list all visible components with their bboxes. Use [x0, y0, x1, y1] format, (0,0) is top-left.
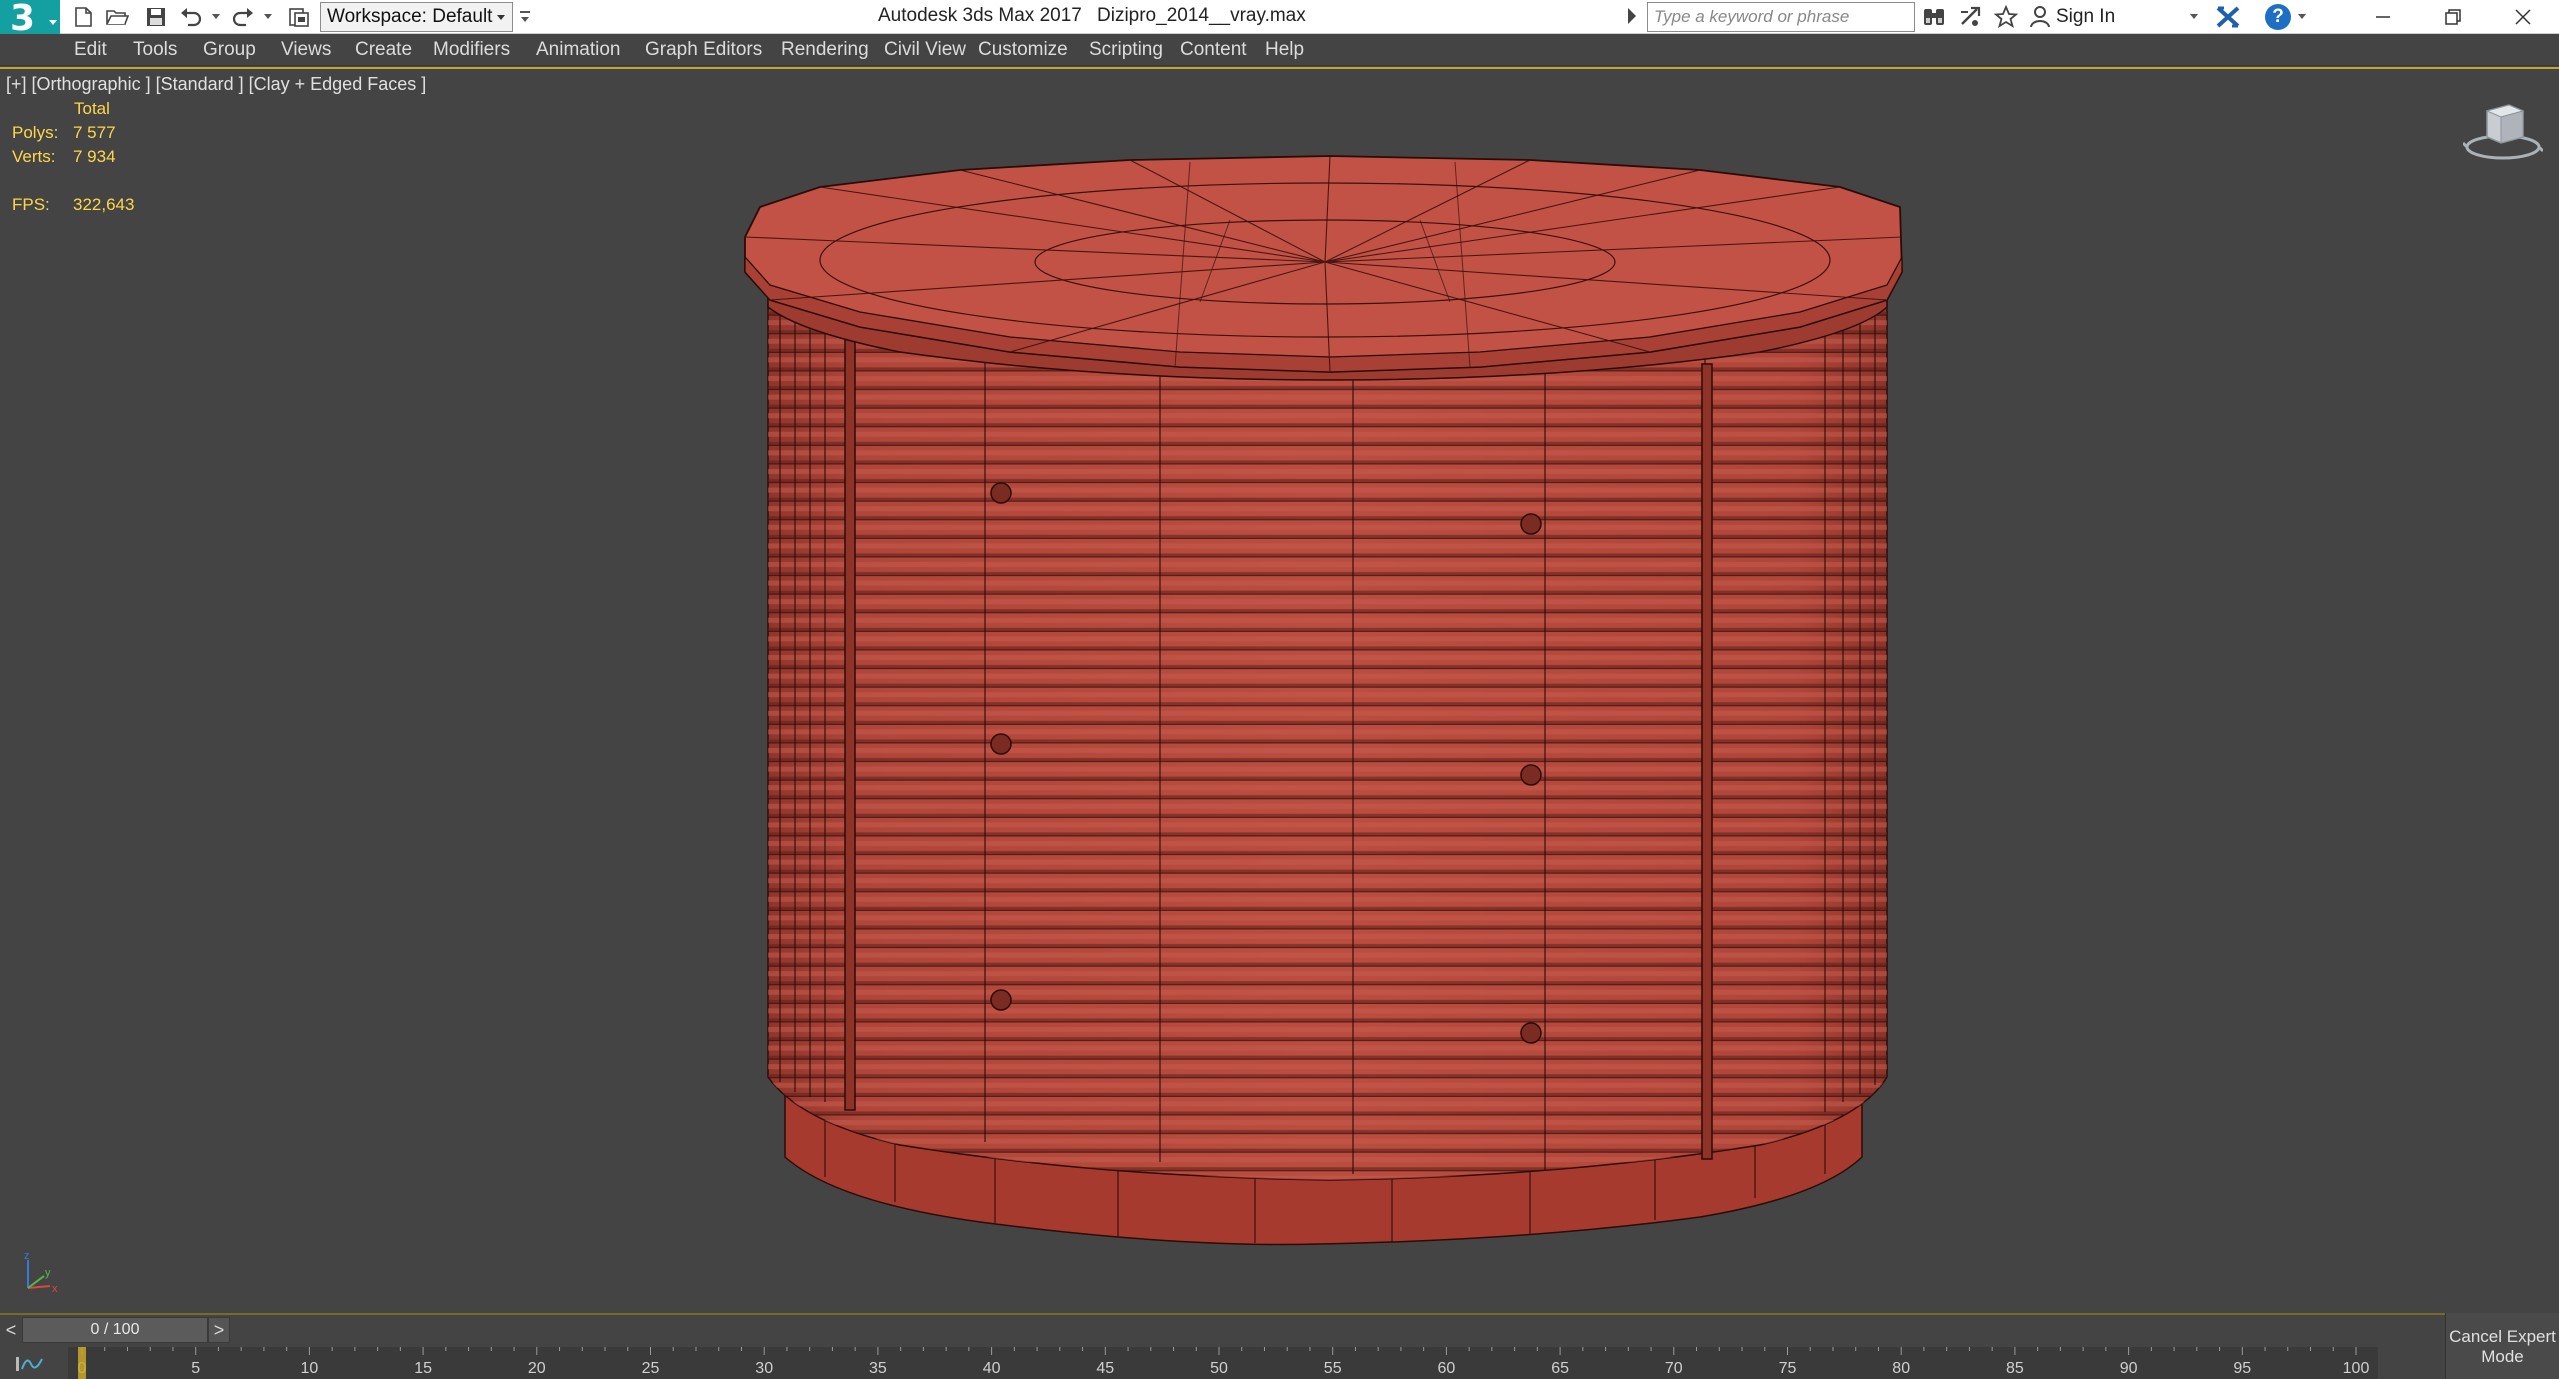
timeline-tick-label: 75 — [1779, 1360, 1797, 1377]
time-slider[interactable]: 0 / 100 — [22, 1317, 208, 1343]
menu-graph-editors[interactable]: Graph Editors — [645, 39, 762, 61]
polys-value: 7 577 — [73, 123, 116, 142]
menu-group[interactable]: Group — [203, 39, 256, 61]
timeline-tick-label: 70 — [1665, 1360, 1683, 1377]
timeline-tick-label: 90 — [2120, 1360, 2138, 1377]
workspace-label: Workspace: Default — [327, 6, 493, 27]
chevron-down-icon — [49, 20, 57, 25]
polys-label: Polys: — [12, 123, 59, 142]
title-bar: 3 Workspace: Default Autodesk 3ds Max 20… — [0, 0, 2559, 39]
new-file-icon[interactable] — [70, 4, 96, 30]
menu-animation[interactable]: Animation — [536, 39, 621, 61]
timeline-tick-label: 40 — [983, 1360, 1001, 1377]
minimize-button[interactable] — [2348, 0, 2418, 34]
menu-rendering[interactable]: Rendering — [781, 39, 869, 61]
close-icon — [2515, 9, 2531, 25]
close-button[interactable] — [2488, 0, 2558, 34]
menu-edit[interactable]: Edit — [74, 39, 107, 61]
sign-in-dropdown-icon[interactable] — [2190, 14, 2198, 19]
menu-civil-view[interactable]: Civil View — [884, 39, 966, 61]
timeline-tick-label: 65 — [1551, 1360, 1569, 1377]
timeline-tick-label: 30 — [755, 1360, 773, 1377]
viewcube-icon[interactable] — [2463, 97, 2543, 163]
tank-lid — [744, 155, 1903, 381]
redo-icon[interactable] — [230, 4, 256, 30]
menu-customize[interactable]: Customize — [978, 39, 1068, 61]
mini-curve-editor-icon[interactable] — [14, 1353, 44, 1375]
menu-modifiers[interactable]: Modifiers — [433, 39, 510, 61]
current-frame-marker[interactable] — [78, 1347, 86, 1379]
menu-views[interactable]: Views — [281, 39, 331, 61]
user-icon — [2030, 6, 2050, 28]
workspace-dropdown[interactable]: Workspace: Default — [320, 2, 513, 32]
workspace-options-button[interactable] — [515, 2, 535, 32]
viewport[interactable]: [+] [Orthographic ] [Standard ] [Clay + … — [0, 67, 2559, 1311]
open-file-icon[interactable] — [104, 4, 130, 30]
project-folder-icon[interactable] — [286, 4, 312, 30]
redo-dropdown-icon[interactable] — [264, 14, 272, 19]
timeline-tick-label: 80 — [1892, 1360, 1910, 1377]
search-field[interactable] — [1647, 2, 1915, 32]
timeline-ruler: 0510152025303540455055606570758085909510… — [78, 1347, 2370, 1379]
menu-tools[interactable]: Tools — [133, 39, 177, 61]
restore-button[interactable] — [2418, 0, 2488, 34]
chevron-down-icon — [521, 17, 529, 22]
svg-text:x: x — [52, 1283, 58, 1295]
menu-scripting[interactable]: Scripting — [1089, 39, 1163, 61]
menu-help[interactable]: Help — [1265, 39, 1304, 61]
search-expand-icon[interactable] — [1628, 8, 1636, 24]
minimize-icon — [2376, 16, 2390, 18]
timeline-tick-label: 50 — [1210, 1360, 1228, 1377]
timeline-tick-label: 60 — [1438, 1360, 1456, 1377]
timeline-tick-label: 35 — [869, 1360, 887, 1377]
save-icon[interactable] — [143, 4, 169, 30]
menu-bar-icon — [520, 11, 530, 13]
tank-body — [767, 291, 1888, 1181]
verts-value: 7 934 — [73, 147, 116, 166]
sign-in-label: Sign In — [2056, 6, 2116, 27]
viewport-label[interactable]: [+] [Orthographic ] [Standard ] [Clay + … — [6, 74, 426, 95]
timeline-tick-label: 5 — [191, 1360, 200, 1377]
undo-dropdown-icon[interactable] — [212, 14, 220, 19]
fps-value: 322,643 — [73, 195, 135, 214]
restore-icon — [2445, 9, 2461, 25]
axis-tripod-icon: z x y — [24, 1250, 58, 1295]
file-title: Dizipro_2014__vray.max — [1097, 5, 1306, 26]
sign-in-button[interactable]: Sign In — [2030, 3, 2115, 31]
timeline-tick-label: 45 — [1096, 1360, 1114, 1377]
timeline-tick-label: 100 — [2343, 1360, 2370, 1377]
menu-content[interactable]: Content — [1180, 39, 1247, 61]
water-tank-model[interactable] — [0, 69, 2559, 1313]
chevron-down-icon — [497, 15, 505, 20]
help-dropdown-icon[interactable] — [2298, 14, 2306, 19]
timeline-tick-label: 20 — [528, 1360, 546, 1377]
app-title: Autodesk 3ds Max 2017 — [878, 5, 1082, 26]
timeline-tick-label: 95 — [2233, 1360, 2251, 1377]
timeline-tick-label: 85 — [2006, 1360, 2024, 1377]
app-menu-button[interactable]: 3 — [0, 0, 60, 39]
help-icon[interactable]: ? — [2265, 4, 2291, 30]
cancel-expert-mode-button[interactable]: Cancel Expert Mode — [2445, 1313, 2559, 1379]
star-icon[interactable] — [1992, 4, 2020, 30]
timeline-track[interactable]: 0510152025303540455055606570758085909510… — [68, 1347, 2378, 1379]
menu-create[interactable]: Create — [355, 39, 412, 61]
binoculars-icon[interactable] — [1920, 4, 1948, 30]
next-frame-button[interactable]: > — [208, 1317, 230, 1343]
fps-label: FPS: — [12, 195, 50, 214]
verts-label: Verts: — [12, 147, 56, 166]
timeline-tick-label: 25 — [642, 1360, 660, 1377]
undo-icon[interactable] — [178, 4, 204, 30]
timeline: < 0 / 100 > 0510152025303540455055606570… — [0, 1313, 2445, 1379]
search-input[interactable] — [1648, 3, 1914, 31]
previous-frame-button[interactable]: < — [0, 1317, 22, 1343]
svg-text:y: y — [45, 1267, 51, 1279]
stats-header: Total — [74, 99, 110, 118]
communication-center-icon[interactable] — [1956, 4, 1984, 30]
menu-bar: Edit Tools Group Views Create Modifiers … — [0, 34, 2559, 66]
exchange-apps-icon[interactable] — [2214, 4, 2242, 30]
timeline-tick-label: 55 — [1324, 1360, 1342, 1377]
svg-text:z: z — [24, 1250, 30, 1262]
timeline-tick-label: 15 — [414, 1360, 432, 1377]
timeline-tick-label: 10 — [301, 1360, 319, 1377]
